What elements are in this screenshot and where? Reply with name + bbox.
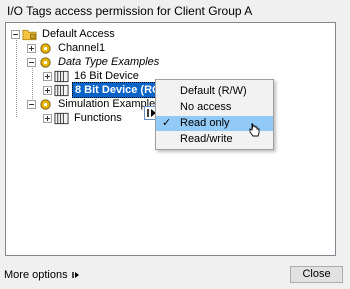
gear-icon	[40, 42, 51, 54]
tree-node-data-type-examples[interactable]: Data Type Examples	[27, 55, 161, 69]
expand-toggle[interactable]	[43, 113, 52, 123]
tree-node-functions[interactable]: Functions	[43, 111, 124, 125]
tree-node-default-access[interactable]: Default Access	[11, 27, 117, 41]
tree-node-label-selected: 8 Bit Device (RO)	[72, 82, 168, 98]
gear-icon	[40, 98, 51, 110]
menu-item-label: Default (R/W)	[180, 85, 247, 97]
expand-toggle[interactable]	[27, 43, 36, 53]
tree-connector	[16, 37, 17, 117]
menu-item-label: Read/write	[180, 133, 233, 145]
device-icon	[54, 112, 69, 124]
tree-node-label: Data Type Examples	[58, 56, 160, 68]
gear-icon	[40, 56, 51, 68]
tree-node-channel1[interactable]: Channel1	[27, 41, 107, 55]
tree-node-simulation-examples[interactable]: Simulation Examples	[27, 97, 163, 111]
tree-node-label: 16 Bit Device	[74, 70, 139, 82]
menu-item-default-rw[interactable]: Default (R/W)	[156, 84, 273, 99]
tree-node-16-bit-device[interactable]: 16 Bit Device	[43, 69, 141, 83]
tree-node-label: Channel1	[58, 42, 106, 54]
menu-item-read-write[interactable]: Read/write	[156, 132, 273, 147]
permission-context-menu: Default (R/W) No access ✓ Read only Read…	[155, 79, 274, 150]
more-options-toggle[interactable]: More options	[4, 269, 80, 281]
menu-item-read-only[interactable]: ✓ Read only	[156, 116, 273, 137]
menu-item-no-access[interactable]: No access	[156, 100, 273, 115]
menu-item-label: Read only	[180, 117, 230, 129]
tree-node-label: Functions	[74, 112, 122, 124]
tree-node-8-bit-device[interactable]: 8 Bit Device (RO)	[43, 82, 168, 98]
tree-node-label: Default Access	[42, 28, 115, 40]
play-arrow-icon	[71, 272, 79, 278]
close-button[interactable]: Close	[290, 266, 343, 283]
collapse-toggle[interactable]	[27, 57, 36, 67]
expand-toggle[interactable]	[43, 85, 52, 95]
menu-item-label: No access	[180, 101, 232, 113]
folder-lock-icon	[22, 29, 37, 40]
dialog-title: I/O Tags access permission for Client Gr…	[7, 4, 253, 18]
device-icon	[54, 70, 69, 82]
device-icon	[54, 84, 69, 96]
collapse-toggle[interactable]	[27, 99, 36, 109]
checkmark-icon: ✓	[162, 117, 172, 129]
more-options-label: More options	[4, 269, 68, 281]
expand-toggle[interactable]	[43, 71, 52, 81]
collapse-toggle[interactable]	[11, 29, 20, 39]
